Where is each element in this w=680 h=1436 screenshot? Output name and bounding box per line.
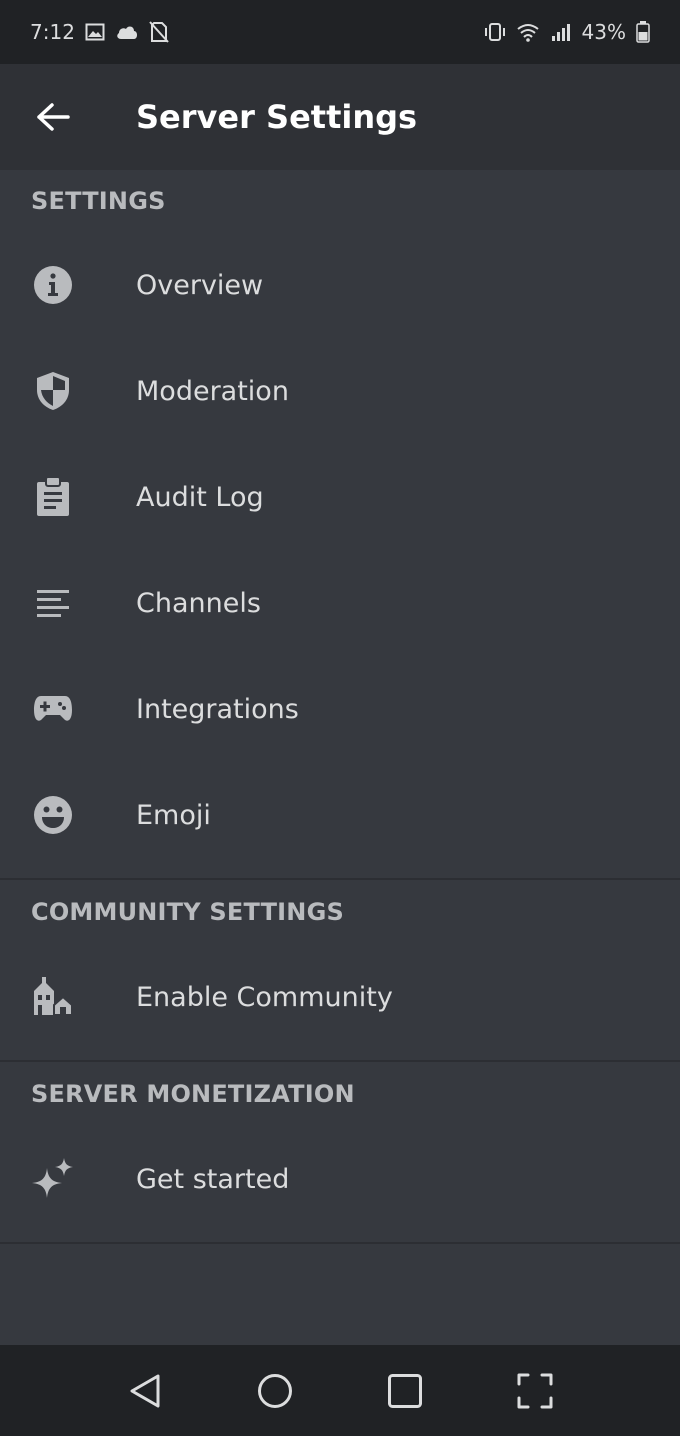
nav-screenshot-button[interactable]	[500, 1356, 570, 1426]
menu-item-get-started[interactable]: Get started	[0, 1126, 680, 1232]
clipboard-icon	[0, 444, 106, 550]
section-header-settings: SETTINGS	[31, 187, 166, 215]
app-bar: Server Settings	[0, 64, 680, 170]
menu-item-label: Emoji	[136, 799, 211, 831]
list-icon	[0, 550, 106, 656]
cloud-icon	[115, 23, 139, 41]
back-triangle-icon	[130, 1374, 160, 1407]
gamepad-icon	[0, 656, 106, 762]
status-time: 7:12	[30, 20, 75, 44]
menu-item-label: Integrations	[136, 693, 299, 725]
battery-icon	[636, 21, 650, 43]
menu-item-channels[interactable]: Channels	[0, 550, 680, 656]
recents-square-icon	[388, 1373, 422, 1408]
nav-home-button[interactable]	[240, 1356, 310, 1426]
menu-item-integrations[interactable]: Integrations	[0, 656, 680, 762]
menu-item-enable-community[interactable]: Enable Community	[0, 944, 680, 1050]
status-left: 7:12	[30, 20, 169, 44]
menu-item-audit-log[interactable]: Audit Log	[0, 444, 680, 550]
info-icon	[0, 232, 106, 338]
menu-item-emoji[interactable]: Emoji	[0, 762, 680, 868]
page-title: Server Settings	[136, 98, 418, 136]
battery-percent: 43%	[581, 20, 626, 44]
section-header-community: COMMUNITY SETTINGS	[31, 898, 344, 926]
status-right: 43%	[484, 20, 650, 44]
community-icon	[0, 944, 106, 1050]
no-sim-icon	[149, 21, 169, 43]
sparkle-icon	[0, 1126, 106, 1232]
shield-icon	[0, 338, 106, 444]
settings-list[interactable]: SETTINGS Overview Moderation Audit Log C…	[0, 170, 680, 1345]
menu-item-label: Channels	[136, 587, 261, 619]
nav-back-button[interactable]	[110, 1356, 180, 1426]
menu-item-label: Enable Community	[136, 981, 393, 1013]
section-divider	[0, 1242, 680, 1244]
menu-item-moderation[interactable]: Moderation	[0, 338, 680, 444]
wifi-icon	[516, 22, 540, 42]
status-bar: 7:12 43%	[0, 0, 680, 64]
nav-recents-button[interactable]	[370, 1356, 440, 1426]
signal-icon	[550, 22, 572, 42]
vibrate-icon	[484, 22, 506, 42]
screen: 7:12 43% Server Settings SETTINGS Overvi…	[0, 0, 680, 1436]
menu-item-overview[interactable]: Overview	[0, 232, 680, 338]
gallery-icon	[85, 22, 105, 42]
menu-item-label: Get started	[136, 1163, 290, 1195]
system-nav-bar	[0, 1345, 680, 1436]
menu-item-label: Overview	[136, 269, 264, 301]
arrow-left-icon	[37, 103, 70, 131]
back-button[interactable]	[0, 64, 106, 170]
home-circle-icon	[258, 1373, 292, 1408]
section-header-monetization: SERVER MONETIZATION	[31, 1080, 355, 1108]
screenshot-frame-icon	[517, 1373, 553, 1408]
smiley-icon	[0, 762, 106, 868]
menu-item-label: Moderation	[136, 375, 289, 407]
menu-item-label: Audit Log	[136, 481, 264, 513]
